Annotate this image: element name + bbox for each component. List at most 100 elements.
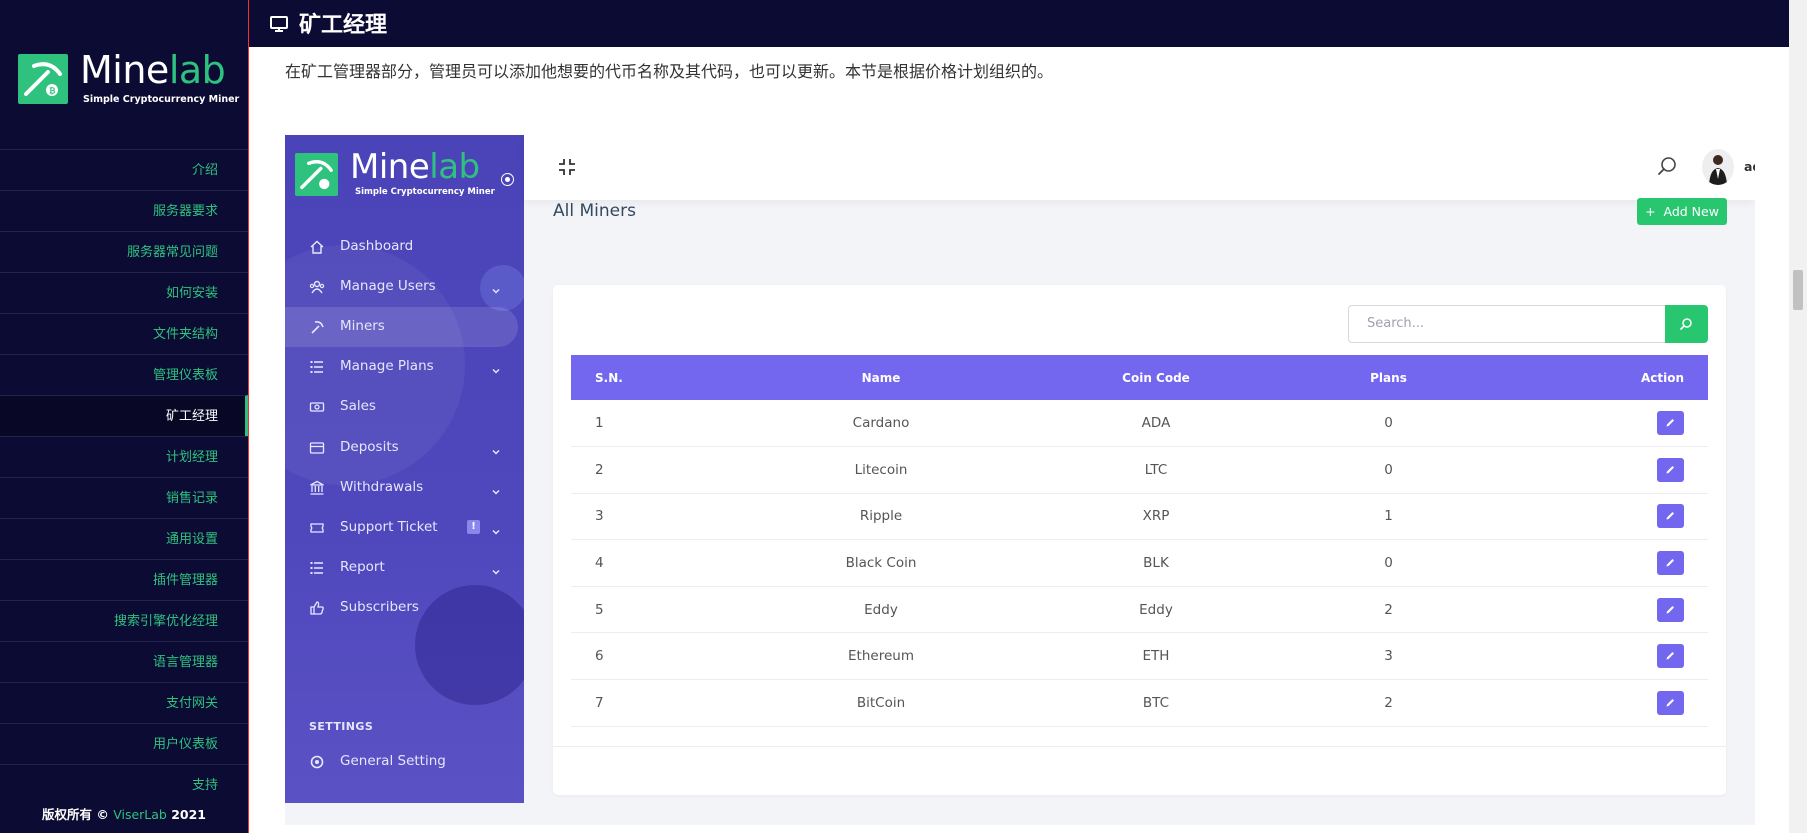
viserlab-link[interactable]: ViserLab — [113, 807, 167, 822]
doc-nav-item[interactable]: 矿工经理 — [0, 395, 248, 436]
doc-nav: 介绍 服务器要求 服务器常见问题 如何安装 文件夹结构 管理仪表板 矿工经理 计划经理 销售记录… — [0, 149, 248, 805]
chevron-down-icon — [491, 522, 501, 535]
cell-plans: 0 — [1301, 400, 1476, 448]
doc-nav-item[interactable]: 通用设置 — [0, 518, 248, 559]
app-nav-item[interactable]: Sales — [285, 387, 524, 427]
cell-name: Litecoin — [751, 446, 1011, 494]
pickaxe-icon — [311, 321, 324, 334]
cell-sn: 5 — [571, 586, 751, 634]
edit-button[interactable] — [1657, 597, 1684, 622]
cell-coin-code: LTC — [1011, 446, 1301, 494]
minelab-logo-icon — [295, 153, 338, 196]
list-icon — [310, 361, 323, 373]
cell-plans: 3 — [1301, 632, 1476, 681]
cell-sn: 4 — [571, 539, 751, 587]
app-nav-item[interactable]: Report — [285, 548, 524, 588]
edit-icon — [1666, 698, 1674, 707]
doc-nav-item[interactable]: 服务器常见问题 — [0, 231, 248, 272]
cell-coin-code: XRP — [1011, 493, 1301, 541]
doc-nav-item[interactable]: 计划经理 — [0, 436, 248, 477]
app-nav-item[interactable]: Deposits — [285, 428, 524, 468]
money-icon — [309, 402, 325, 412]
app-nav-item[interactable]: Withdrawals — [285, 468, 524, 508]
doc-nav-item[interactable]: 文件夹结构 — [0, 313, 248, 354]
app-logo[interactable]: Minelab Simple Cryptocurrency Miner — [295, 147, 520, 201]
app-nav-item[interactable]: Manage Users — [285, 267, 524, 307]
cell-plans: 0 — [1301, 539, 1476, 587]
page-title: All Miners — [553, 201, 636, 221]
add-new-button[interactable]: + Add New — [1637, 198, 1727, 225]
notification-badge: ! — [467, 520, 480, 534]
settings-nav-label: General Setting — [340, 753, 446, 769]
edit-button[interactable] — [1657, 504, 1684, 529]
app-nav-label: Support Ticket — [340, 519, 438, 535]
doc-nav-item[interactable]: 服务器要求 — [0, 190, 248, 231]
cell-sn: 2 — [571, 446, 751, 494]
cell-name: Black Coin — [751, 539, 1011, 587]
fullscreen-exit-icon[interactable] — [557, 157, 577, 177]
doc-nav-item[interactable]: 支付网关 — [0, 682, 248, 723]
app-nav-item[interactable]: Manage Plans — [285, 347, 524, 387]
doc-nav-item[interactable]: 用户仪表板 — [0, 723, 248, 764]
cell-plans: 1 — [1301, 493, 1476, 541]
app-nav-item[interactable]: Support Ticket! — [285, 508, 524, 548]
doc-nav-item[interactable]: 管理仪表板 — [0, 354, 248, 395]
app-nav-label: Sales — [340, 398, 376, 414]
minelab-logo-icon: ₿ — [18, 54, 68, 104]
logo-tagline: Simple Cryptocurrency Miner — [83, 94, 240, 105]
app-nav-item[interactable]: Subscribers — [285, 588, 524, 628]
edit-button[interactable] — [1657, 457, 1684, 482]
page-scrollbar[interactable] — [1789, 0, 1807, 833]
cell-name: Ripple — [751, 493, 1011, 541]
table-row: 6 Ethereum ETH 3 — [571, 632, 1708, 681]
doc-nav-item[interactable]: 语言管理器 — [0, 641, 248, 682]
settings-nav-item[interactable]: General Setting — [285, 742, 524, 782]
chevron-down-icon — [491, 482, 501, 495]
app-nav-item[interactable]: Dashboard — [285, 227, 524, 267]
app-nav-label: Miners — [340, 318, 385, 334]
ticket-icon — [310, 523, 324, 533]
edit-button[interactable] — [1657, 690, 1684, 715]
cell-sn: 7 — [571, 679, 751, 727]
card-footer-divider — [553, 746, 1726, 747]
chevron-down-icon — [491, 442, 501, 455]
cell-coin-code: Eddy — [1011, 586, 1301, 634]
section-description: 在矿工管理器部分，管理员可以添加他想要的代币名称及其代码，也可以更新。本节是根据… — [285, 62, 1054, 81]
cell-coin-code: BLK — [1011, 539, 1301, 587]
edit-icon — [1666, 605, 1674, 614]
app-nav-label: Deposits — [340, 439, 399, 455]
cell-name: BitCoin — [751, 679, 1011, 727]
search-button[interactable] — [1665, 305, 1708, 343]
sidebar-collapse-toggle[interactable] — [501, 173, 514, 186]
search-icon[interactable] — [1656, 155, 1678, 177]
cell-action — [1476, 493, 1708, 541]
doc-nav-item[interactable]: 搜索引擎优化经理 — [0, 600, 248, 641]
doc-nav-item[interactable]: 插件管理器 — [0, 559, 248, 600]
doc-logo[interactable]: ₿ Minelab Simple Cryptocurrency Miner — [18, 48, 239, 110]
edit-button[interactable] — [1657, 411, 1684, 436]
app-nav-label: Subscribers — [340, 599, 419, 615]
cell-sn: 1 — [571, 400, 751, 448]
cell-coin-code: BTC — [1011, 679, 1301, 727]
app-nav-label: Withdrawals — [340, 479, 424, 495]
edit-icon — [1666, 512, 1674, 520]
settings-heading: SETTINGS — [309, 720, 374, 733]
doc-nav-item[interactable]: 介绍 — [0, 149, 248, 190]
edit-icon — [1666, 465, 1674, 474]
bank-icon — [310, 480, 324, 495]
cell-plans: 2 — [1301, 586, 1476, 634]
section-title: 矿工经理 — [299, 13, 388, 38]
doc-nav-item[interactable]: 销售记录 — [0, 477, 248, 518]
app-nav-item[interactable]: Miners — [285, 307, 518, 347]
search-input[interactable]: Search... — [1348, 305, 1666, 343]
table-row: 7 BitCoin BTC 2 — [571, 679, 1708, 727]
avatar[interactable] — [1702, 149, 1734, 185]
edit-button[interactable] — [1657, 551, 1684, 576]
doc-nav-item[interactable]: 支持 — [0, 764, 248, 805]
cell-name: Eddy — [751, 586, 1011, 634]
edit-button[interactable] — [1657, 644, 1684, 669]
table-row: 3 Ripple XRP 1 — [571, 493, 1708, 541]
scrollbar-thumb[interactable] — [1793, 270, 1803, 310]
doc-nav-item[interactable]: 如何安装 — [0, 272, 248, 313]
admin-username[interactable]: admin — [1744, 159, 1755, 174]
